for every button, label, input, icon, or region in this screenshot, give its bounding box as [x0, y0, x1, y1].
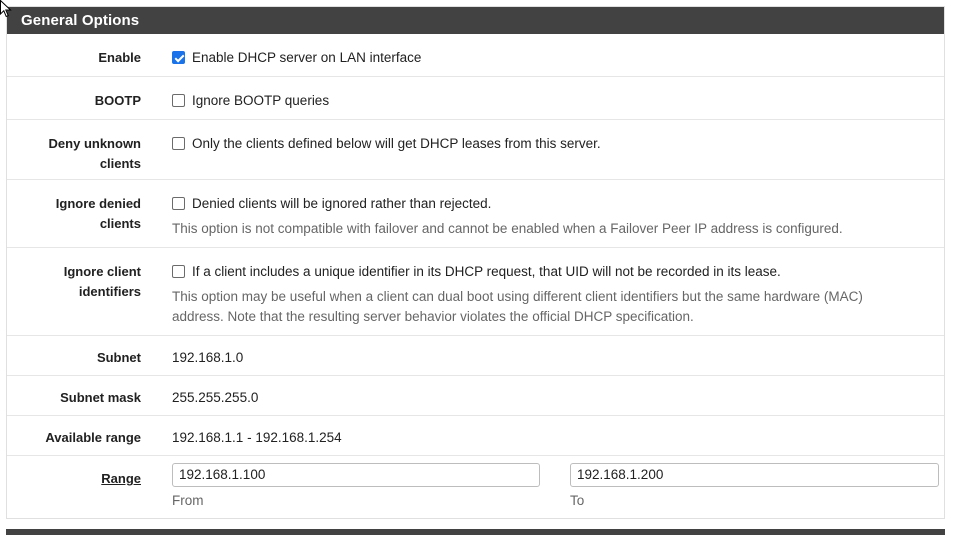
- ignore-denied-help: This option is not compatible with failo…: [172, 221, 843, 236]
- ignore-denied-label-line2: clients: [99, 216, 141, 231]
- next-panel-heading: [6, 529, 945, 535]
- subnet-label: Subnet: [96, 350, 141, 365]
- ignore-client-ids-checkbox[interactable]: [172, 265, 185, 278]
- row-enable: Enable Enable DHCP server on LAN interfa…: [7, 34, 944, 77]
- deny-unknown-label: Deny unknown clients: [7, 134, 141, 174]
- ignore-denied-checkbox-text[interactable]: Denied clients will be ignored rather th…: [192, 196, 491, 211]
- panel-title: General Options: [7, 7, 944, 34]
- available-range-label: Available range: [45, 430, 141, 445]
- deny-unknown-option: Only the clients defined below will get …: [172, 134, 938, 154]
- row-available-range: Available range 192.168.1.1 - 192.168.1.…: [7, 416, 944, 456]
- bootp-checkbox-text[interactable]: Ignore BOOTP queries: [192, 93, 329, 108]
- ignore-client-ids-checkbox-text[interactable]: If a client includes a unique identifier…: [192, 264, 781, 279]
- ignore-denied-checkbox[interactable]: [172, 197, 185, 210]
- row-ignore-client-ids: Ignore client identifiers If a client in…: [7, 248, 944, 336]
- deny-unknown-checkbox-text[interactable]: Only the clients defined below will get …: [192, 136, 601, 151]
- deny-unknown-checkbox[interactable]: [172, 137, 185, 150]
- bootp-option: Ignore BOOTP queries: [172, 91, 938, 111]
- ignore-client-ids-label-line1: Ignore client: [63, 264, 141, 279]
- enable-checkbox[interactable]: [172, 51, 185, 64]
- enable-label: Enable: [98, 50, 141, 65]
- subnet-mask-value: 255.255.255.0: [172, 390, 259, 405]
- ignore-client-ids-help-line1: This option may be useful when a client …: [172, 289, 863, 304]
- ignore-client-ids-help: This option may be useful when a client …: [172, 287, 938, 327]
- ignore-client-ids-label-line2: identifiers: [78, 284, 141, 299]
- range-from-input[interactable]: 192.168.1.100: [172, 463, 540, 487]
- ignore-denied-label: Ignore denied clients: [7, 194, 141, 234]
- row-deny-unknown: Deny unknown clients Only the clients de…: [7, 120, 944, 180]
- range-to-input[interactable]: 192.168.1.200: [570, 463, 939, 487]
- subnet-mask-label: Subnet mask: [60, 390, 141, 405]
- ignore-client-ids-label: Ignore client identifiers: [7, 262, 141, 302]
- range-to-label: To: [570, 493, 585, 508]
- row-range: Range 192.168.1.100 From 192.168.1.200 T…: [7, 456, 944, 518]
- bootp-checkbox[interactable]: [172, 94, 185, 107]
- general-options-panel: General Options Enable Enable DHCP serve…: [6, 6, 945, 519]
- mouse-cursor-icon: [0, 0, 12, 18]
- row-subnet: Subnet 192.168.1.0: [7, 336, 944, 376]
- enable-option: Enable DHCP server on LAN interface: [172, 48, 938, 68]
- ignore-client-ids-option: If a client includes a unique identifier…: [172, 262, 938, 327]
- available-range-value: 192.168.1.1 - 192.168.1.254: [172, 430, 342, 445]
- ignore-client-ids-help-line2: address. Note that the resulting server …: [172, 309, 694, 324]
- row-subnet-mask: Subnet mask 255.255.255.0: [7, 376, 944, 416]
- deny-unknown-label-line1: Deny unknown: [48, 136, 141, 151]
- deny-unknown-label-line2: clients: [99, 156, 141, 171]
- row-bootp: BOOTP Ignore BOOTP queries: [7, 77, 944, 120]
- ignore-denied-option: Denied clients will be ignored rather th…: [172, 194, 938, 239]
- enable-checkbox-text[interactable]: Enable DHCP server on LAN interface: [192, 50, 421, 65]
- subnet-value: 192.168.1.0: [172, 350, 244, 365]
- range-from-label: From: [172, 493, 204, 508]
- row-ignore-denied: Ignore denied clients Denied clients wil…: [7, 180, 944, 248]
- ignore-denied-label-line1: Ignore denied: [55, 196, 141, 211]
- range-label[interactable]: Range: [7, 469, 141, 489]
- bootp-label: BOOTP: [94, 93, 141, 108]
